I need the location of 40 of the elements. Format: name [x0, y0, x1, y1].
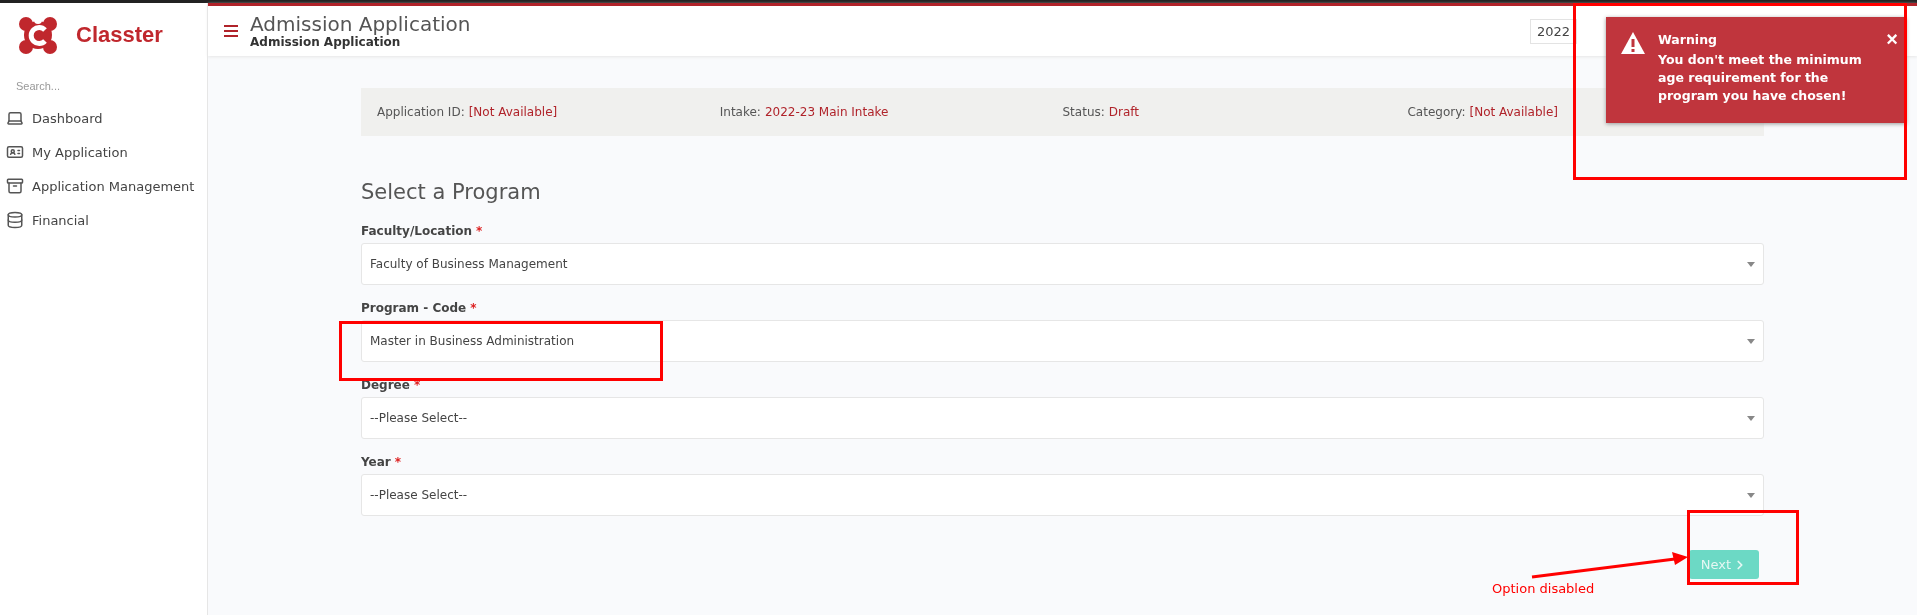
select-field[interactable]: --Please Select-- [361, 397, 1764, 439]
required-mark: * [394, 455, 402, 469]
toast-title: Warning [1658, 31, 1718, 49]
field-label: Faculty/Location [361, 224, 473, 238]
field-label: Program - Code [361, 301, 467, 315]
field-label: Year [361, 455, 391, 469]
required-mark: * [470, 301, 477, 315]
info-value: Draft [1108, 105, 1140, 119]
id-card-icon [6, 143, 24, 161]
warning-icon [1620, 31, 1646, 55]
menu-icon[interactable] [224, 25, 238, 37]
info-label: Application ID: [377, 105, 465, 119]
required-mark: * [476, 224, 483, 238]
toast-message: You don't meet the minimum age requirement for the program you have chosen! [1658, 51, 1863, 105]
sidebar-item[interactable]: Dashboard [0, 101, 207, 135]
coins-icon [6, 211, 24, 229]
annotation-text: Option disabled [1492, 581, 1595, 596]
select-field[interactable]: Master in Business Administration [361, 320, 1764, 362]
page-title: Admission Application [250, 13, 472, 35]
field-label: Degree [361, 378, 410, 392]
cabinet-icon [6, 177, 24, 195]
sidebar-item[interactable]: Application Management [0, 169, 207, 203]
info-label: Intake: [719, 105, 761, 119]
select-field[interactable]: --Please Select-- [361, 474, 1764, 516]
year-select[interactable]: 2022 [1529, 18, 1577, 44]
close-button[interactable]: × [1886, 31, 1898, 47]
page-subtitle: Admission Application [250, 35, 401, 49]
brand-name: Classter [76, 22, 163, 48]
sidebar-item[interactable]: Financial [0, 203, 207, 237]
info-label: Status: [1062, 105, 1105, 119]
sidebar-item[interactable]: My Application [0, 135, 207, 169]
search-field[interactable]: Search... [14, 79, 168, 93]
info-value: 2022-23 Main Intake [764, 105, 889, 119]
section-title: Select a Program [361, 180, 542, 204]
select-field[interactable]: Faculty of Business Management [361, 243, 1764, 285]
laptop-icon [6, 109, 24, 127]
logo-icon [18, 14, 58, 56]
info-label: Category: [1407, 105, 1466, 119]
info-value: [Not Available] [468, 105, 558, 119]
info-value: [Not Available] [1469, 105, 1558, 119]
